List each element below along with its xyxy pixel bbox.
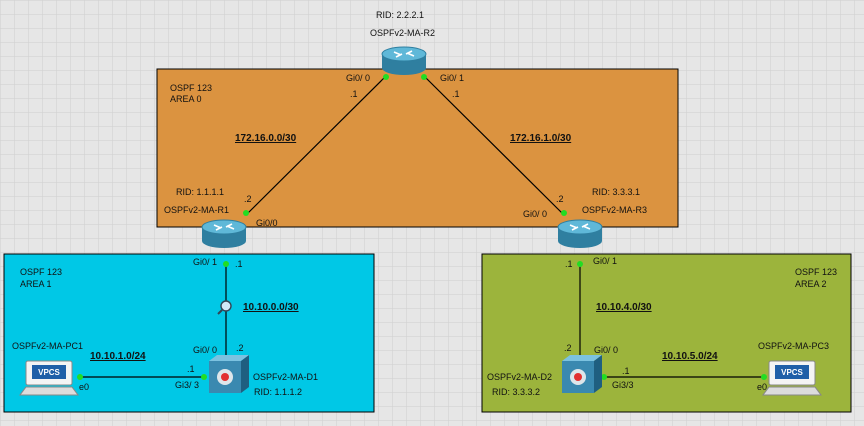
r2-port-gi00: Gi0/ 0 <box>346 73 370 83</box>
d2-ip-up: .2 <box>564 343 572 353</box>
d2-name: OSPFv2-MA-D2 <box>487 372 552 382</box>
port-up-icon <box>243 210 249 216</box>
d2-rid: RID: 3.3.3.2 <box>492 387 540 397</box>
area-1-label-line2: AREA 1 <box>20 279 52 289</box>
d2-port-gi33: Gi3/3 <box>612 380 634 390</box>
network-r1-r2: 172.16.0.0/30 <box>235 133 297 144</box>
pc-pc1[interactable]: VPCS <box>19 360 79 396</box>
r3-port-gi01: Gi0/ 1 <box>593 256 617 266</box>
r1-ip-up: .2 <box>244 194 252 204</box>
switch-d2[interactable] <box>562 355 602 393</box>
area-1-label-line1: OSPF 123 <box>20 267 62 277</box>
pc1-badge: VPCS <box>38 368 60 377</box>
pc3-name: OSPFv2-MA-PC3 <box>758 341 829 351</box>
d2-ip-right: .1 <box>622 366 630 376</box>
r2-ip-right: .1 <box>452 89 460 99</box>
switch-d1[interactable] <box>209 355 249 393</box>
network-r1-d1: 10.10.0.0/30 <box>243 302 299 313</box>
r3-ip-down: .1 <box>565 259 573 269</box>
d2-port-gi00: Gi0/ 0 <box>594 345 618 355</box>
router-r1[interactable] <box>201 219 247 248</box>
pc3-port-e0: e0 <box>757 382 767 392</box>
switch-core-icon <box>221 373 229 381</box>
r2-port-gi01: Gi0/ 1 <box>440 73 464 83</box>
pc1-name: OSPFv2-MA-PC1 <box>12 341 83 351</box>
area-2-label-line2: AREA 2 <box>795 279 827 289</box>
port-up-icon <box>223 261 229 267</box>
network-d2-pc3: 10.10.5.0/24 <box>662 351 718 362</box>
switch-core-icon <box>574 373 582 381</box>
pc3-badge: VPCS <box>781 368 803 377</box>
d1-ip-left: .1 <box>187 364 195 374</box>
d1-rid: RID: 1.1.1.2 <box>254 387 302 397</box>
topology-canvas: OSPF 123 AREA 0 OSPF 123 AREA 1 OSPF 123… <box>0 0 864 426</box>
d1-ip-up: .2 <box>236 343 244 353</box>
d1-name: OSPFv2-MA-D1 <box>253 372 318 382</box>
r1-ip-down: .1 <box>235 259 243 269</box>
port-up-icon <box>421 74 427 80</box>
port-up-icon <box>201 374 207 380</box>
area-0-label-line2: AREA 0 <box>170 94 202 104</box>
r1-rid: RID: 1.1.1.1 <box>176 187 224 197</box>
r3-ip-up: .2 <box>556 194 564 204</box>
port-up-icon <box>561 210 567 216</box>
area-2-label-line1: OSPF 123 <box>795 267 837 277</box>
network-r2-r3: 172.16.1.0/30 <box>510 133 572 144</box>
r3-rid: RID: 3.3.3.1 <box>592 187 640 197</box>
r2-ip-left: .1 <box>350 89 358 99</box>
area-0-box <box>156 68 679 228</box>
port-up-icon <box>761 374 767 380</box>
r2-name: OSPFv2-MA-R2 <box>370 28 435 38</box>
r3-port-gi00: Gi0/ 0 <box>523 209 547 219</box>
r2-rid: RID: 2.2.2.1 <box>376 10 424 20</box>
router-r2[interactable] <box>381 46 427 75</box>
area-0-label-line1: OSPF 123 <box>170 83 212 93</box>
r3-name: OSPFv2-MA-R3 <box>582 205 647 215</box>
r1-port-gi00: Gi0/0 <box>256 218 278 228</box>
network-pc1-d1: 10.10.1.0/24 <box>90 351 146 362</box>
port-up-icon <box>383 74 389 80</box>
network-r3-d2: 10.10.4.0/30 <box>596 302 652 313</box>
r1-port-gi01: Gi0/ 1 <box>193 257 217 267</box>
pc-pc3[interactable]: VPCS <box>762 360 822 396</box>
port-up-icon <box>577 261 583 267</box>
r1-name: OSPFv2-MA-R1 <box>164 205 229 215</box>
d1-port-gi00: Gi0/ 0 <box>193 345 217 355</box>
port-up-icon <box>77 374 83 380</box>
pc1-port-e0: e0 <box>79 382 89 392</box>
d1-port-gi33: Gi3/ 3 <box>175 380 199 390</box>
router-r3[interactable] <box>557 219 603 248</box>
